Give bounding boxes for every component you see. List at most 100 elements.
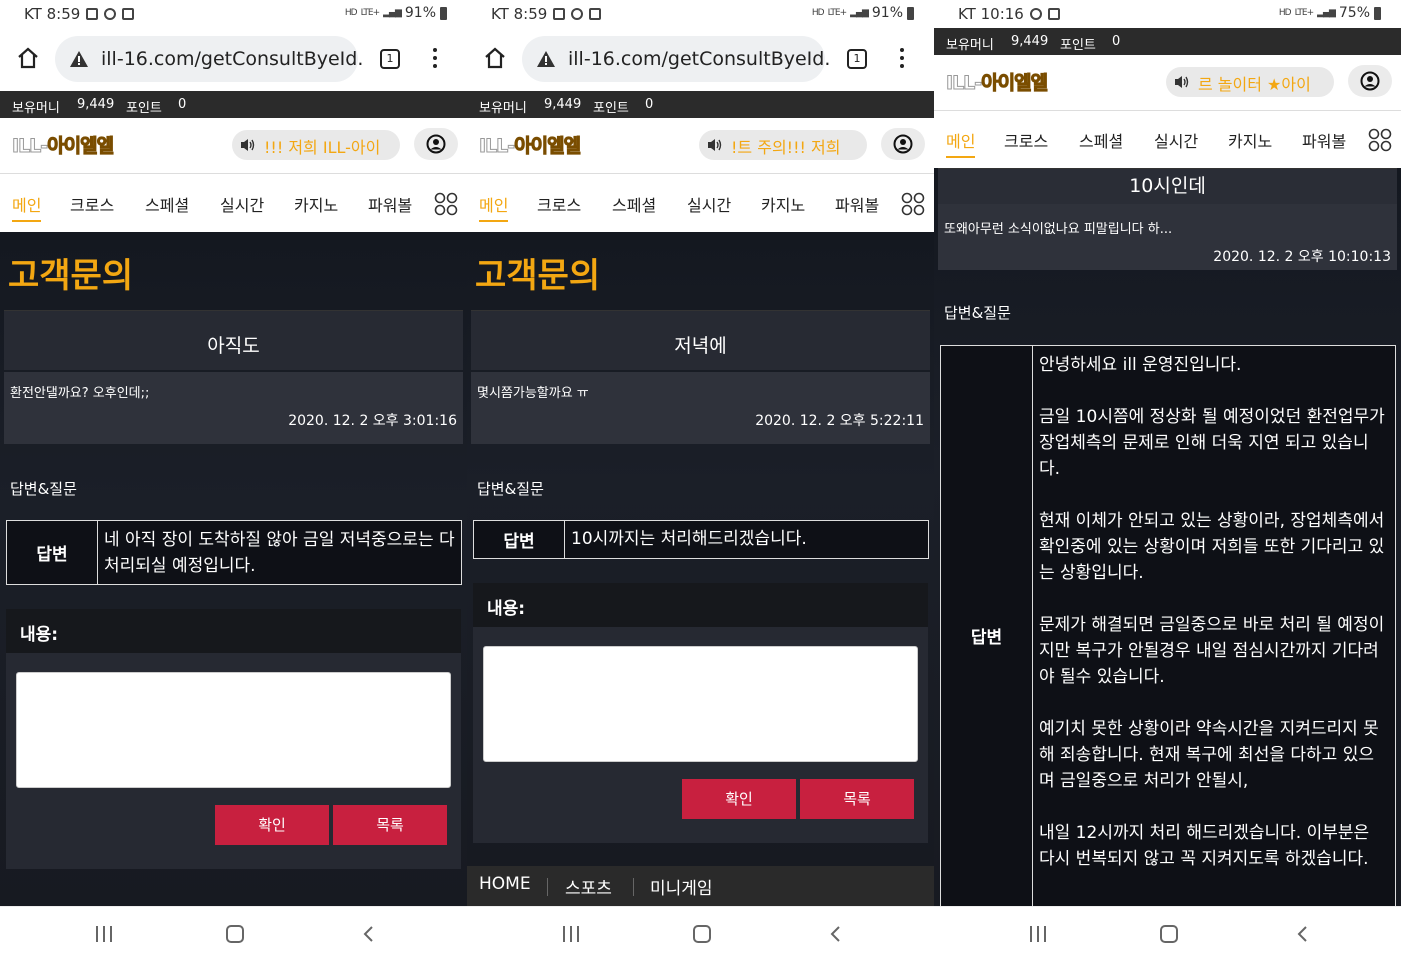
more-menu-icon[interactable] (433, 48, 437, 70)
user-account-button[interactable] (414, 128, 458, 160)
nav-tab-cross[interactable]: 크로스 (70, 192, 114, 216)
app-notification-icon (122, 8, 135, 20)
point-value: 0 (645, 97, 654, 112)
not-secure-warning-icon[interactable] (536, 49, 556, 69)
user-account-button[interactable] (1348, 65, 1392, 97)
nav-tab-special[interactable]: 스페셜 (145, 192, 189, 216)
content-textarea[interactable] (483, 646, 918, 762)
status-bar: KT 10:16 HD LTE+ ▂▄▆ 75% (934, 0, 1401, 28)
marquee-text: !!! 저희 ILL-아이 (264, 138, 381, 157)
menu-grid-icon[interactable] (901, 192, 925, 216)
inquiry-subject: 저녁에 (674, 335, 727, 357)
nav-tab-powerball[interactable]: 파워볼 (368, 192, 412, 216)
footer-home-link[interactable]: HOME (479, 874, 531, 894)
content-area: 10시인데 또왜아무런 소식이없나요 피말립니다 하... 2020. 12. … (934, 168, 1401, 925)
inquiry-date: 2020. 12. 2 오후 10:10:13 (1213, 249, 1391, 265)
tab-switcher-button[interactable]: 1 (380, 49, 400, 69)
status-time: KT 8:59 (24, 5, 81, 23)
inquiry-subject: 10시인데 (1129, 175, 1206, 197)
money-label: 보유머니 (946, 38, 994, 53)
nav-tab-main[interactable]: 메인 (12, 192, 42, 222)
list-button[interactable]: 목록 (800, 779, 914, 819)
android-nav-bar (934, 906, 1401, 960)
inquiry-question: 또왜아무런 소식이없나요 피말립니다 하... (944, 222, 1173, 237)
inquiry-date: 2020. 12. 2 오후 3:01:16 (288, 413, 457, 429)
nav-tab-main[interactable]: 메인 (479, 192, 509, 222)
nav-tab-cross[interactable]: 크로스 (1004, 128, 1048, 152)
footer-minigame-link[interactable]: 미니게임 (650, 874, 713, 899)
status-bar: KT 8:59 HD LTE+ ▂▄▆ 91% (467, 0, 934, 28)
more-menu-icon[interactable] (900, 48, 904, 70)
back-icon[interactable] (1294, 925, 1312, 943)
notice-marquee[interactable]: 르 놀이터 ★아이 (1166, 67, 1334, 97)
address-bar[interactable]: ill-16.com/getConsultByeId. (522, 36, 830, 82)
nav-tab-live[interactable]: 실시간 (1154, 128, 1198, 152)
category-nav: 메인 크로스 스페셜 실시간 카지노 파워볼 (467, 176, 934, 232)
list-button[interactable]: 목록 (333, 805, 447, 845)
nav-tab-casino[interactable]: 카지노 (761, 192, 805, 216)
inquiry-subject-band: 10시인데 (938, 168, 1397, 204)
nav-tab-cross[interactable]: 크로스 (537, 192, 581, 216)
site-logo[interactable]: ILL-아이엘엘 (945, 68, 1048, 95)
nav-tab-main[interactable]: 메인 (946, 128, 976, 158)
nav-tab-special[interactable]: 스페셜 (1079, 128, 1123, 152)
menu-grid-icon[interactable] (434, 192, 458, 216)
inquiry-date: 2020. 12. 2 오후 5:22:11 (755, 413, 924, 429)
tab-switcher-button[interactable]: 1 (847, 49, 867, 69)
answer-paragraph: 문제가 해결되면 금일중으로 바로 처리 될 예정이지만 복구가 안될경우 내일… (1039, 615, 1385, 687)
back-icon[interactable] (360, 925, 378, 943)
nav-tab-special[interactable]: 스페셜 (612, 192, 656, 216)
confirm-button[interactable]: 확인 (215, 805, 329, 845)
recent-apps-icon[interactable] (96, 926, 114, 942)
home-icon[interactable] (16, 46, 40, 70)
home-icon[interactable] (483, 46, 507, 70)
user-account-button[interactable] (881, 128, 925, 160)
recent-apps-icon[interactable] (1030, 926, 1048, 942)
user-icon (893, 134, 913, 154)
phone-screen-3: KT 10:16 HD LTE+ ▂▄▆ 75% 보유머니 9,449 포인트 … (934, 0, 1401, 960)
menu-grid-icon[interactable] (1368, 128, 1392, 152)
inquiry-question: 몇시쯤가능할까요 ㅠ (477, 386, 589, 401)
nav-tab-casino[interactable]: 카지노 (1228, 128, 1272, 152)
battery-percent: 91% (404, 5, 436, 21)
signal-icon: ▂▄▆ (383, 8, 402, 18)
app-notification-icon (1047, 8, 1060, 20)
inquiry-question: 환전안댈까요? 오후인데;; (10, 386, 150, 401)
notice-marquee[interactable]: !트 주의!!! 저희 (699, 130, 867, 160)
answer-table: 답변 10시까지는 처리해드리겠습니다. (473, 520, 929, 559)
category-nav: 메인 크로스 스페셜 실시간 카지노 파워볼 (934, 112, 1401, 168)
url-text: ill-16.com/getConsultByeId. (568, 48, 831, 70)
address-bar[interactable]: ill-16.com/getConsultByeId. (55, 36, 363, 82)
answer-label: 답변 (474, 521, 565, 558)
android-home-icon[interactable] (1160, 925, 1178, 943)
user-icon (426, 134, 446, 154)
battery-percent: 75% (1338, 5, 1370, 21)
content-label: 내용: (487, 599, 526, 619)
status-bar: KT 8:59 HD LTE+ ▂▄▆ 91% (0, 0, 467, 28)
footer-sports-link[interactable]: 스포츠 (565, 874, 612, 899)
point-label: 포인트 (126, 101, 162, 116)
nav-tab-live[interactable]: 실시간 (220, 192, 264, 216)
android-home-icon[interactable] (693, 925, 711, 943)
content-textarea[interactable] (16, 672, 451, 788)
nav-tab-powerball[interactable]: 파워볼 (835, 192, 879, 216)
nav-tab-powerball[interactable]: 파워볼 (1302, 128, 1346, 152)
site-logo[interactable]: ILL-아이엘엘 (11, 131, 114, 158)
not-secure-warning-icon[interactable] (69, 49, 89, 69)
money-label: 보유머니 (479, 101, 527, 116)
answer-paragraph: 금일 10시쯤에 정상화 될 예정이었던 환전업무가 장업체측의 문제로 인해 … (1039, 407, 1385, 479)
footer-divider (547, 878, 548, 896)
battery-icon (1374, 6, 1381, 20)
nav-tab-casino[interactable]: 카지노 (294, 192, 338, 216)
recent-apps-icon[interactable] (563, 926, 581, 942)
site-logo[interactable]: ILL-아이엘엘 (478, 131, 581, 158)
site-header: ILL-아이엘엘 르 놀이터 ★아이 (934, 55, 1401, 111)
notice-marquee[interactable]: !!! 저희 ILL-아이 (232, 130, 400, 160)
answer-paragraph: 현재 이체가 안되고 있는 상황이라, 장업체측에서 확인중에 있는 상황이며 … (1039, 511, 1385, 583)
nav-tab-live[interactable]: 실시간 (687, 192, 731, 216)
point-value: 0 (178, 97, 187, 112)
confirm-button[interactable]: 확인 (682, 779, 796, 819)
back-icon[interactable] (827, 925, 845, 943)
answer-section-label: 답변&질문 (10, 480, 77, 498)
android-home-icon[interactable] (226, 925, 244, 943)
